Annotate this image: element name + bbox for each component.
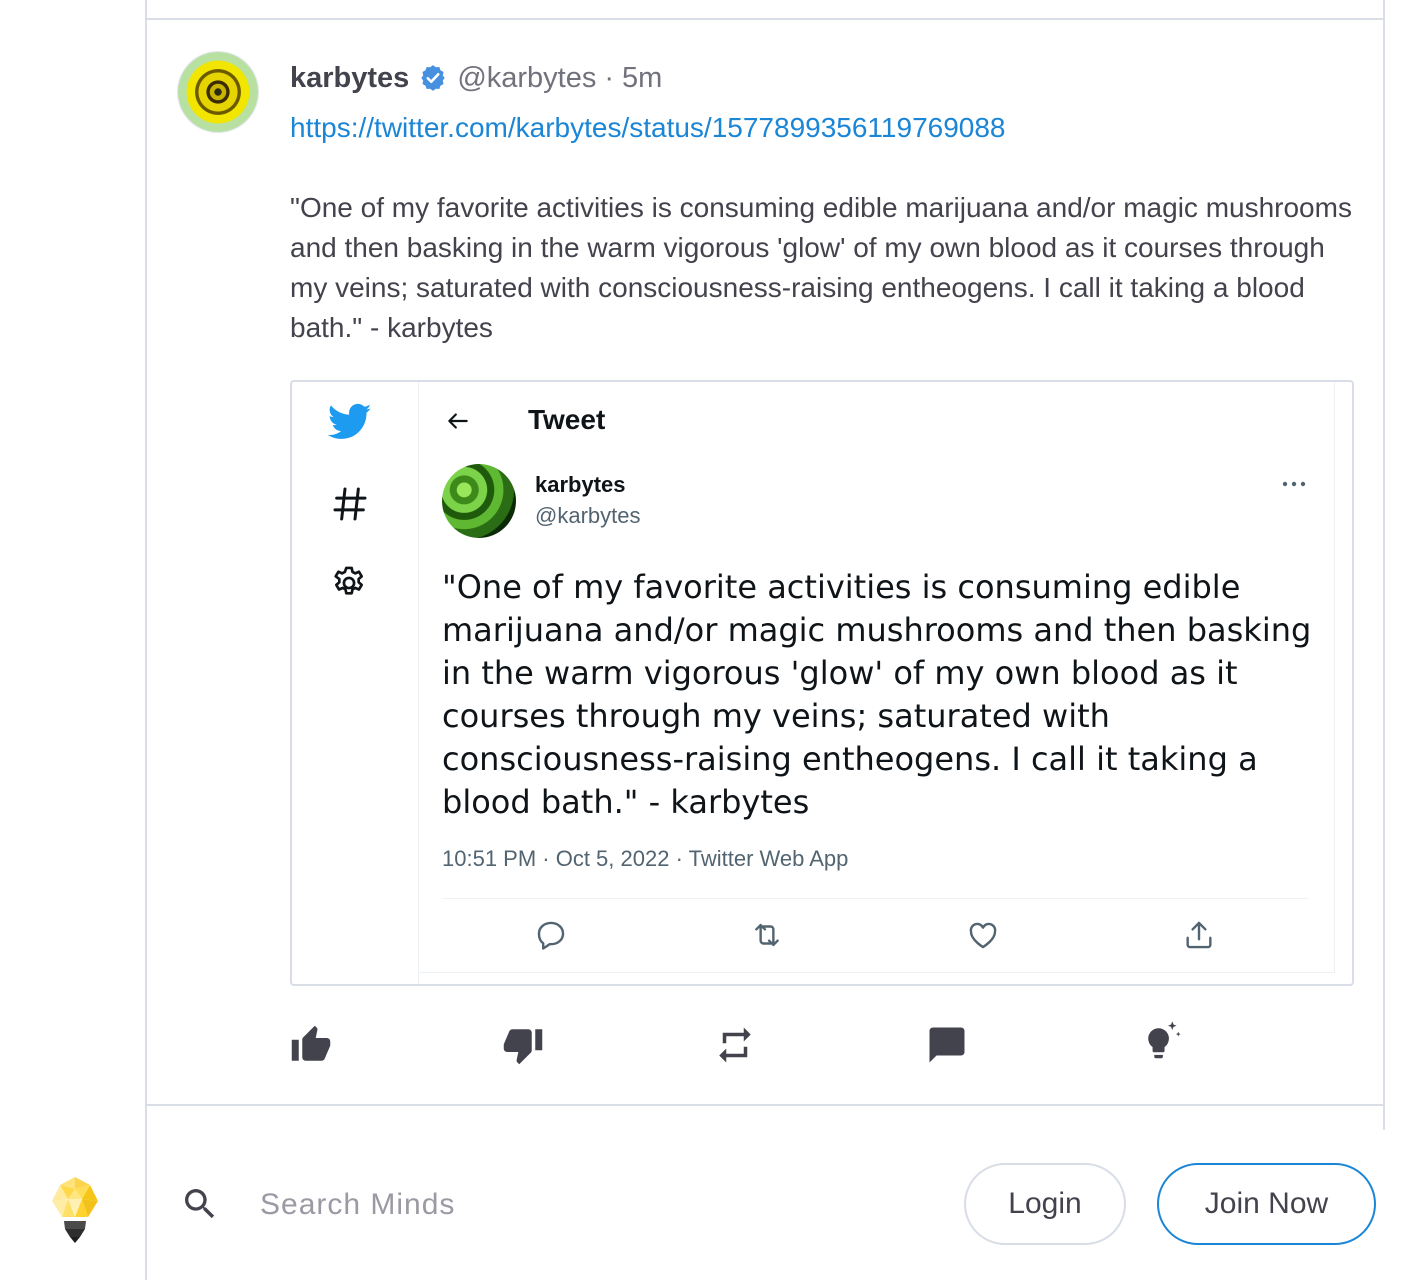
author-name[interactable]: karbytes (290, 62, 409, 95)
tweet-text: "One of my favorite activities is consum… (442, 568, 1312, 821)
author-avatar[interactable] (178, 52, 258, 132)
twitter-bird-icon (328, 403, 372, 439)
login-button-label: Login (1008, 1187, 1082, 1220)
retweet-icon (755, 923, 779, 947)
tweet-meta: 10:51 PM · Oct 5, 2022 · Twitter Web App (442, 846, 849, 871)
tweet-author-name: karbytes (535, 472, 626, 497)
join-now-button[interactable]: Join Now (1157, 1163, 1376, 1245)
tweet-author-handle: @karbytes (535, 503, 641, 528)
post-timestamp[interactable]: 5m (622, 62, 662, 95)
author-handle[interactable]: @karbytes (457, 62, 596, 95)
search-input[interactable] (258, 1180, 822, 1230)
more-options-icon (1282, 481, 1306, 487)
remind-icon[interactable] (714, 1024, 756, 1066)
left-sidebar-rail (0, 0, 147, 1280)
tweet-header-title: Tweet (528, 404, 606, 435)
join-now-button-label: Join Now (1204, 1187, 1329, 1220)
post-author-row: karbytes @karbytes · 5m (290, 58, 662, 98)
tweet-author-avatar (442, 464, 516, 538)
right-border (1383, 0, 1385, 1130)
thumbs-up-icon[interactable] (290, 1024, 332, 1066)
minds-logo-icon[interactable] (50, 1175, 100, 1247)
post-body-text: "One of my favorite activities is consum… (290, 192, 1352, 343)
post-action-bar (290, 1021, 1190, 1068)
thumbs-down-icon[interactable] (502, 1024, 544, 1066)
comment-icon[interactable] (926, 1024, 968, 1066)
embedded-tweet-image[interactable]: Tweet karbytes @karbytes "One of my favo… (290, 380, 1354, 986)
search-icon[interactable] (180, 1184, 220, 1224)
like-icon (969, 922, 997, 949)
boost-icon[interactable] (1138, 1018, 1186, 1066)
verified-badge-icon (421, 65, 445, 91)
feed-divider-bottom (145, 1104, 1385, 1106)
hashtag-icon (333, 487, 367, 521)
settings-gear-icon (334, 566, 364, 595)
meta-separator: · (604, 61, 615, 94)
tweet-content: Tweet karbytes @karbytes "One of my favo… (418, 382, 1335, 973)
feed-divider-top (145, 18, 1385, 20)
share-icon (1186, 921, 1212, 949)
back-arrow-icon (448, 413, 468, 429)
post-link[interactable]: https://twitter.com/karbytes/status/1577… (290, 112, 1006, 144)
login-button[interactable]: Login (964, 1163, 1126, 1245)
reply-icon (537, 921, 565, 950)
tweet-divider (442, 898, 1308, 899)
tweet-sidebar (292, 382, 419, 984)
